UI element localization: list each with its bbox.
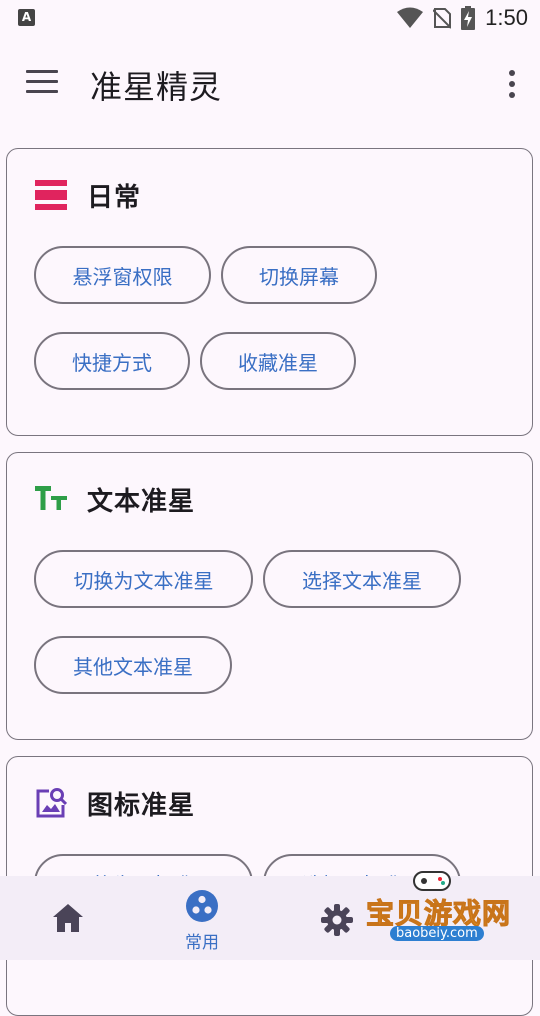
card-text-crosshair: 文本准星 切换为文本准星 选择文本准星 其他文本准星	[6, 452, 533, 740]
daily-list-icon	[35, 180, 67, 210]
card-header: 日常	[35, 175, 141, 215]
page-title: 准星精灵	[90, 68, 223, 106]
nav-common-label: 常用	[185, 933, 219, 953]
image-search-icon	[36, 788, 67, 818]
app-bar: 准星精灵	[0, 44, 540, 124]
common-icon	[186, 890, 218, 922]
switch-to-text-crosshair-button[interactable]: 切换为文本准星	[34, 550, 253, 608]
notification-icon: A	[18, 9, 35, 26]
text-format-icon	[35, 486, 67, 510]
more-options-icon[interactable]	[506, 70, 518, 100]
nav-common[interactable]: 常用	[142, 876, 262, 960]
card-title: 日常	[87, 182, 142, 213]
card-header: 图标准星	[35, 783, 195, 823]
switch-screen-button[interactable]: 切换屏幕	[221, 246, 377, 304]
other-text-crosshair-button[interactable]: 其他文本准星	[34, 636, 232, 694]
watermark-url: baobeiy.com	[390, 926, 484, 941]
gamepad-icon	[413, 871, 451, 891]
watermark-logo: 宝贝游戏网 baobeiy.com	[360, 868, 540, 960]
home-icon	[53, 904, 83, 932]
card-title: 文本准星	[87, 486, 196, 517]
shortcut-button[interactable]: 快捷方式	[34, 332, 190, 390]
battery-charging-icon	[461, 6, 476, 30]
clock: 1:50	[485, 5, 528, 30]
wifi-icon	[397, 7, 424, 28]
settings-icon	[321, 904, 353, 936]
select-text-crosshair-button[interactable]: 选择文本准星	[263, 550, 461, 608]
favorite-crosshair-button[interactable]: 收藏准星	[200, 332, 356, 390]
no-sim-icon	[433, 8, 452, 29]
menu-icon[interactable]	[26, 70, 58, 98]
status-bar: A 1:50	[0, 0, 540, 36]
status-icons: 1:50	[397, 4, 528, 32]
card-header: 文本准星	[35, 479, 195, 519]
card-title: 图标准星	[87, 790, 196, 821]
nav-home[interactable]	[8, 876, 128, 960]
floating-window-permission-button[interactable]: 悬浮窗权限	[34, 246, 211, 304]
card-daily: 日常 悬浮窗权限 切换屏幕 快捷方式 收藏准星	[6, 148, 533, 436]
